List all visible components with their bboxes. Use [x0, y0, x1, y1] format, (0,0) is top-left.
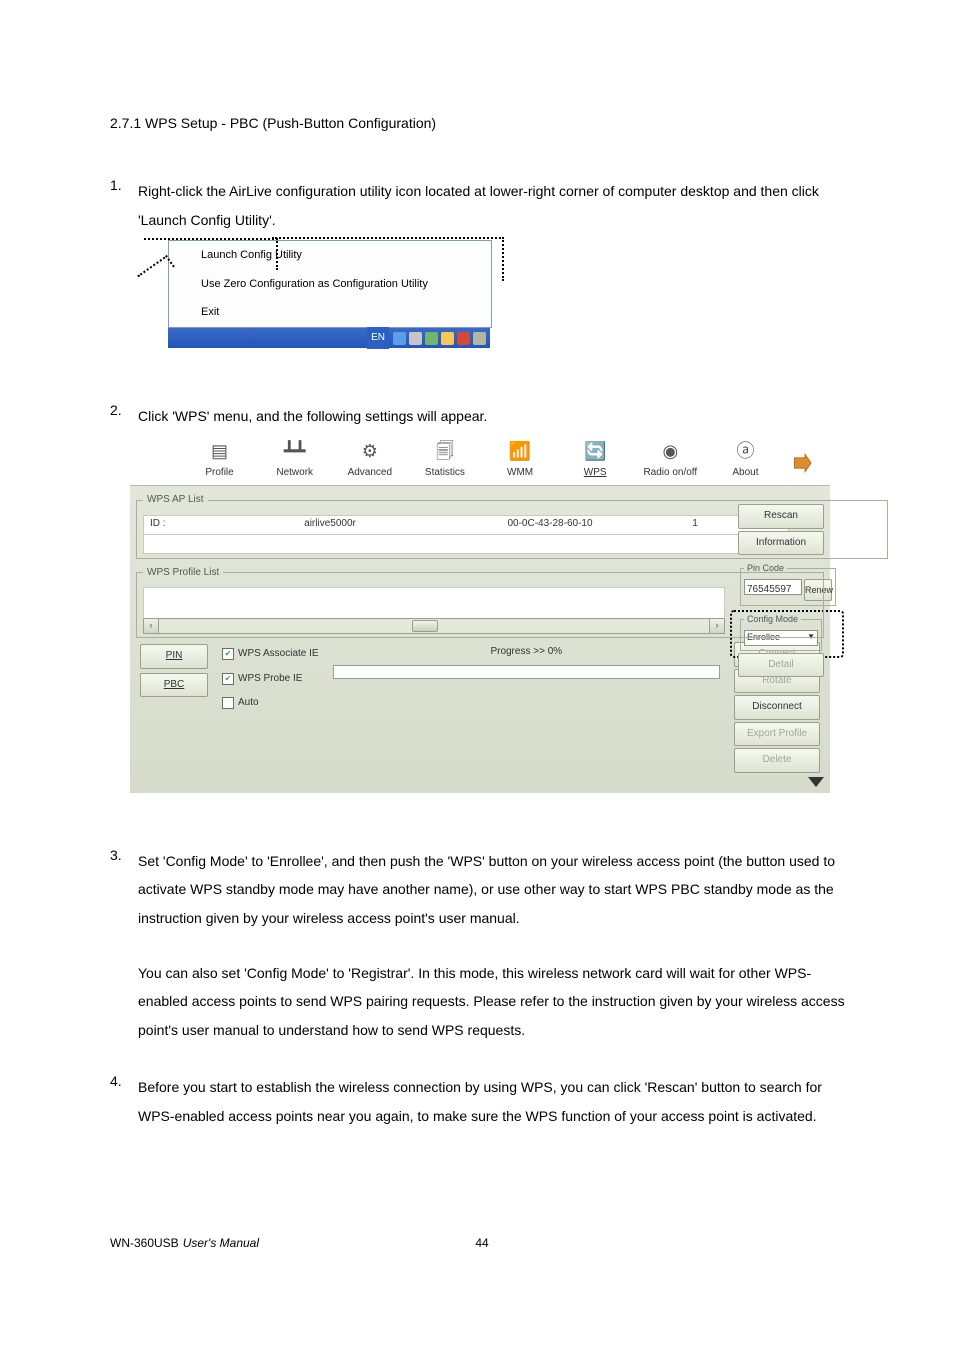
- step-text: You can also set 'Config Mode' to 'Regis…: [138, 959, 854, 1045]
- tab-radio[interactable]: ◉ Radio on/off: [641, 441, 700, 486]
- network-icon: ┻┻: [282, 441, 308, 463]
- tray-icon[interactable]: [425, 332, 438, 345]
- pbc-button[interactable]: PBC: [140, 673, 208, 698]
- system-tray: [389, 332, 490, 345]
- tray-icon[interactable]: [457, 332, 470, 345]
- ap-ssid: airlive5000r: [230, 514, 430, 535]
- footer-model: WN-360USB: [110, 1236, 179, 1250]
- wps-ap-list-legend: WPS AP List: [143, 490, 208, 511]
- step-number: 3.: [110, 847, 138, 1045]
- tray-context-menu: Launch Config Utility Use Zero Configura…: [168, 240, 492, 328]
- radio-icon: ◉: [657, 441, 683, 463]
- disconnect-button[interactable]: Disconnect: [734, 695, 820, 720]
- step-number: 4.: [110, 1073, 138, 1130]
- step-text: Before you start to establish the wirele…: [138, 1073, 854, 1130]
- tab-network[interactable]: ┻┻ Network: [265, 441, 324, 486]
- expand-icon[interactable]: [808, 777, 824, 787]
- wps-profile-list-legend: WPS Profile List: [143, 563, 223, 584]
- step-text: Right-click the AirLive configuration ut…: [138, 177, 854, 234]
- step-text: Click 'WPS' menu, and the following sett…: [138, 402, 854, 431]
- export-profile-button: Export Profile: [734, 722, 820, 747]
- screenshot-wps-window: ▤ Profile ┻┻ Network ⚙ Advanced: [130, 437, 830, 793]
- tray-icon[interactable]: [473, 332, 486, 345]
- tray-icon[interactable]: [393, 332, 406, 345]
- scroll-left-button[interactable]: ‹: [143, 618, 159, 634]
- profile-icon: ▤: [207, 441, 233, 463]
- tray-icon[interactable]: [409, 332, 422, 345]
- pin-button[interactable]: PIN: [140, 644, 208, 669]
- tab-about[interactable]: ⓐ About: [716, 441, 775, 486]
- delete-button: Delete: [734, 748, 820, 773]
- wps-associate-ie-checkbox[interactable]: ✔WPS Associate IE: [222, 644, 319, 665]
- wps-icon: 🔄: [582, 441, 608, 463]
- tray-icon[interactable]: [441, 332, 454, 345]
- rescan-button[interactable]: Rescan: [738, 504, 824, 529]
- statistics-icon: 🗐: [432, 441, 458, 463]
- ap-list-row[interactable]: ID : airlive5000r 00-0C-43-28-60-10 1 📶: [143, 515, 789, 535]
- advanced-icon: ⚙: [357, 441, 383, 463]
- progress-bar: [333, 665, 720, 679]
- profile-scrollbar[interactable]: ‹ ›: [143, 619, 725, 633]
- taskbar: EN: [168, 328, 490, 348]
- ap-channel: 1: [670, 514, 720, 535]
- about-icon: ⓐ: [732, 441, 758, 463]
- ap-id-label: ID :: [150, 514, 190, 535]
- step-text: Set 'Config Mode' to 'Enrollee', and the…: [138, 847, 854, 933]
- tab-bar: ▤ Profile ┻┻ Network ⚙ Advanced: [130, 437, 830, 486]
- wps-probe-ie-checkbox[interactable]: ✔WPS Probe IE: [222, 669, 319, 690]
- menu-item-usezero[interactable]: Use Zero Configuration as Configuration …: [169, 270, 491, 299]
- progress-label: Progress >> 0%: [333, 642, 720, 663]
- tab-statistics[interactable]: 🗐 Statistics: [415, 441, 474, 486]
- footer-manual: User's Manual: [183, 1236, 259, 1250]
- wps-profile-list-group: WPS Profile List ‹ ›: [136, 563, 824, 639]
- screenshot-context-menu: Launch Config Utility Use Zero Configura…: [138, 240, 513, 348]
- detail-button: Detail: [738, 653, 824, 678]
- tab-wmm[interactable]: 📶 WMM: [491, 441, 550, 486]
- tab-advanced[interactable]: ⚙ Advanced: [340, 441, 399, 486]
- next-arrow-icon[interactable]: [791, 452, 812, 474]
- wmm-icon: 📶: [507, 441, 533, 463]
- information-button[interactable]: Information: [738, 531, 824, 556]
- auto-checkbox[interactable]: Auto: [222, 693, 319, 714]
- language-indicator[interactable]: EN: [367, 327, 389, 350]
- tab-wps[interactable]: 🔄 WPS: [566, 441, 625, 486]
- scroll-right-button[interactable]: ›: [709, 618, 725, 634]
- section-heading: 2.7.1 WPS Setup - PBC (Push-Button Confi…: [110, 115, 854, 131]
- menu-item-exit[interactable]: Exit: [169, 298, 491, 327]
- footer-page-number: 44: [475, 1236, 488, 1250]
- step-number: 1.: [110, 177, 138, 374]
- tab-profile[interactable]: ▤ Profile: [190, 441, 249, 486]
- ap-mac: 00-0C-43-28-60-10: [470, 514, 630, 535]
- menu-item-launch[interactable]: Launch Config Utility: [169, 241, 491, 270]
